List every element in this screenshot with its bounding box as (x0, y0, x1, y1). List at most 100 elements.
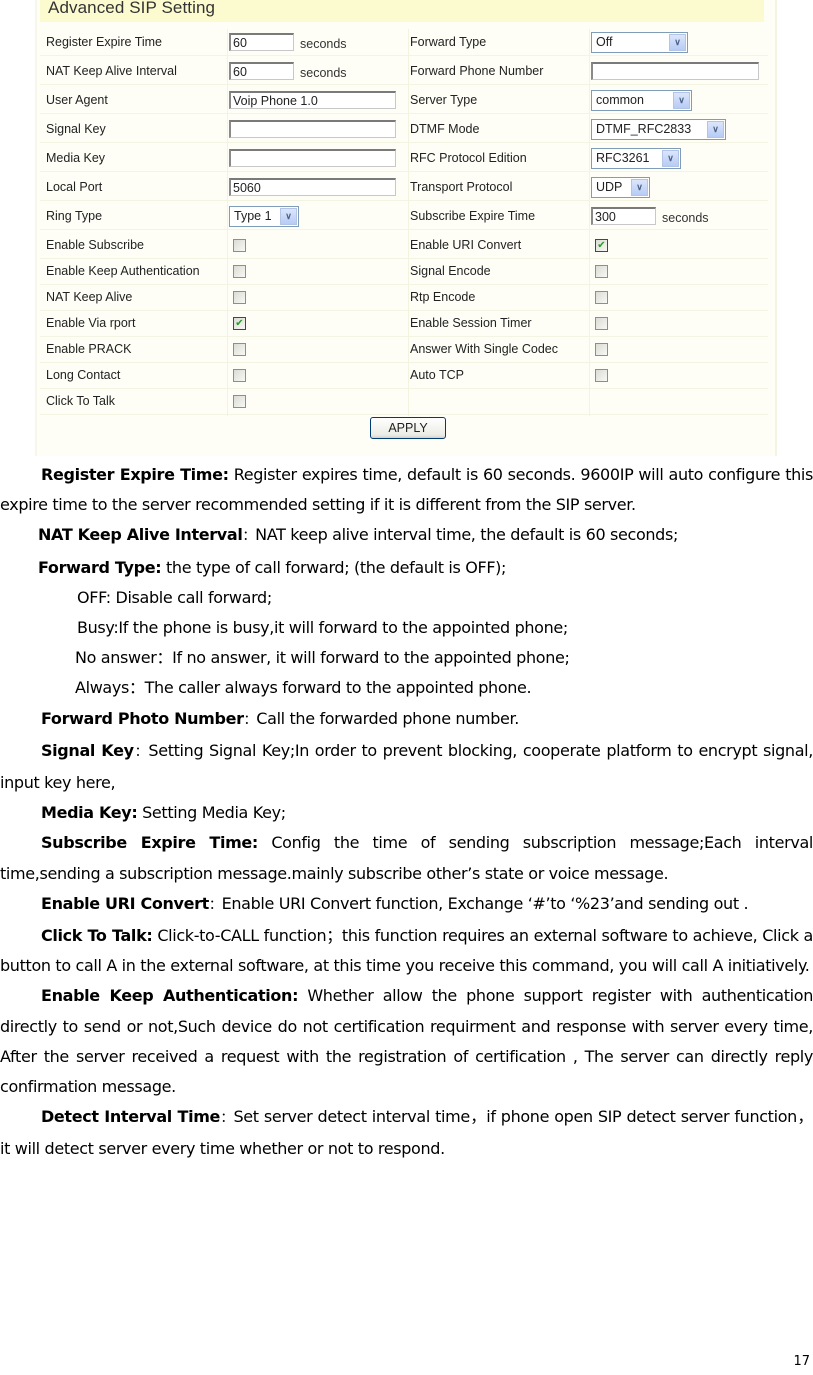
term: Media Key: (41, 803, 138, 823)
enable-via-rport-checkbox[interactable]: ✔ (233, 316, 246, 330)
selected-value: DTMF_RFC2833 (596, 122, 692, 136)
sub-item: OFF: Disable call forward; (77, 587, 272, 607)
transport-protocol-select[interactable]: UDP ∨ (591, 176, 650, 198)
apply-button[interactable]: APPLY (370, 417, 446, 439)
unit-label: seconds (300, 37, 347, 51)
forward-phone-number-input[interactable] (591, 62, 759, 80)
auto-tcp-checkbox[interactable] (595, 368, 608, 382)
definition-paragraph: Forward Type: the type of call forward; … (0, 553, 813, 583)
enable-subscribe-checkbox[interactable] (233, 238, 246, 252)
chevron-down-icon[interactable]: ∨ (669, 33, 686, 51)
right-control-cell: UDP ∨ (591, 174, 650, 200)
transport-protocol-label: Transport Protocol (410, 180, 513, 194)
user-agent-label: User Agent (46, 93, 108, 107)
auto-tcp-label: Auto TCP (410, 368, 464, 382)
left-control-cell (229, 116, 396, 142)
server-type-select[interactable]: common ∨ (591, 89, 692, 111)
definition-text: Call the forwarded phone number. (256, 708, 520, 728)
definition-paragraph: Forward Photo Number：Call the forwarded … (0, 704, 813, 736)
left-control-cell (229, 362, 246, 388)
subscribe-expire-time-label: Subscribe Expire Time (410, 209, 536, 223)
term: Click To Talk: (41, 926, 153, 946)
separator: ： (133, 744, 149, 760)
settings-row: Long Contact Auto TCP (40, 362, 768, 389)
settings-row: Click To Talk (40, 388, 768, 415)
register-expire-time-input[interactable]: 60 (229, 33, 294, 51)
media-key-label: Media Key (46, 151, 106, 165)
unit-label: seconds (300, 66, 347, 80)
right-control-cell: 300 seconds (591, 203, 709, 229)
settings-row: Enable Subscribe Enable URI Convert ✔ (40, 232, 768, 259)
right-control-cell: common ∨ (591, 87, 692, 113)
enable-prack-label: Enable PRACK (46, 342, 132, 356)
right-control-cell: RFC3261 ∨ (591, 145, 681, 171)
left-control-cell (229, 232, 246, 258)
enable-session-timer-checkbox[interactable] (595, 316, 608, 330)
left-control-cell (229, 284, 246, 310)
user-agent-input[interactable]: Voip Phone 1.0 (229, 91, 396, 109)
settings-row: Enable PRACK Answer With Single Codec (40, 336, 768, 363)
nat-keep-alive-interval-label: NAT Keep Alive Interval (46, 64, 177, 78)
enable-session-timer-label: Enable Session Timer (410, 316, 532, 330)
chevron-down-icon[interactable]: ∨ (707, 120, 724, 138)
enable-keep-authentication-label: Enable Keep Authentication (46, 264, 200, 278)
unit-label: seconds (662, 211, 709, 225)
settings-row: User Agent Voip Phone 1.0 Server Type commo… (40, 87, 768, 114)
local-port-label: Local Port (46, 180, 103, 194)
definition-paragraph: Enable URI Convert：Enable URI Convert fu… (0, 889, 813, 921)
separator: ： (220, 1111, 234, 1127)
term: Subscribe Expire Time: (41, 833, 258, 853)
right-control-cell: ✔ (591, 232, 608, 258)
enable-prack-checkbox[interactable] (233, 342, 246, 356)
right-control-cell (591, 336, 608, 362)
selected-value: Off (596, 35, 613, 49)
click-to-talk-checkbox[interactable] (233, 394, 246, 408)
rfc-protocol-edition-select[interactable]: RFC3261 ∨ (591, 147, 681, 169)
rtp-encode-checkbox[interactable] (595, 290, 608, 304)
nat-keep-alive-interval-input[interactable]: 60 (229, 62, 294, 80)
enable-uri-convert-checkbox[interactable]: ✔ (595, 238, 608, 252)
settings-row: Enable Keep Authentication Signal Encode (40, 258, 768, 285)
term: Forward Type: (38, 557, 162, 577)
separator: ： (242, 529, 256, 545)
nat-keep-alive-label: NAT Keep Alive (46, 290, 133, 304)
signal-encode-checkbox[interactable] (595, 264, 608, 278)
enable-keep-authentication-checkbox[interactable] (233, 264, 246, 278)
document-body: Register Expire Time: Register expires t… (0, 460, 813, 1165)
local-port-input[interactable]: 5060 (229, 178, 396, 196)
left-control-cell: 5060 (229, 174, 396, 200)
server-type-label: Server Type (410, 93, 478, 107)
separator: ： (208, 897, 222, 913)
selected-value: Type 1 (234, 209, 272, 223)
chevron-down-icon[interactable]: ∨ (673, 91, 690, 109)
chevron-down-icon[interactable]: ∨ (631, 178, 648, 196)
definition-text: NAT keep alive interval time, the defaul… (255, 525, 679, 545)
forward-type-select[interactable]: Off ∨ (591, 31, 688, 53)
page-number: 17 (793, 1354, 810, 1369)
separator: ： (243, 712, 257, 728)
subscribe-expire-time-input[interactable]: 300 (591, 207, 656, 225)
right-control-cell (591, 58, 759, 84)
nat-keep-alive-checkbox[interactable] (233, 290, 246, 304)
signal-key-input[interactable] (229, 120, 396, 138)
ring-type-label: Ring Type (46, 209, 103, 223)
settings-row: Media Key RFC Protocol Edition RFC3261 ∨ (40, 145, 768, 172)
signal-key-label: Signal Key (46, 122, 106, 136)
dtmf-mode-select[interactable]: DTMF_RFC2833 ∨ (591, 118, 726, 140)
media-key-input[interactable] (229, 149, 396, 167)
chevron-down-icon[interactable]: ∨ (662, 149, 679, 167)
settings-row: NAT Keep Alive Interval 60 seconds Forward … (40, 58, 768, 85)
left-control-cell (229, 145, 396, 171)
ring-type-select[interactable]: Type 1 ∨ (229, 205, 299, 227)
definition-paragraph: Enable Keep Authentication: Whether allo… (0, 981, 813, 1102)
definition-text: Enable URI Convert function, Exchange ‘#… (221, 893, 749, 913)
long-contact-checkbox[interactable] (233, 368, 246, 382)
definition-paragraph: Click To Talk: Click-to-CALL function；th… (0, 921, 813, 981)
definition-paragraph: Register Expire Time: Register expires t… (0, 460, 813, 520)
left-control-cell: Type 1 ∨ (229, 203, 299, 229)
selected-value: UDP (596, 180, 623, 194)
answer-with-single-codec-label: Answer With Single Codec (410, 342, 558, 356)
panel-header: Advanced SIP Setting (40, 0, 764, 22)
chevron-down-icon[interactable]: ∨ (280, 207, 297, 225)
answer-with-single-codec-checkbox[interactable] (595, 342, 608, 356)
